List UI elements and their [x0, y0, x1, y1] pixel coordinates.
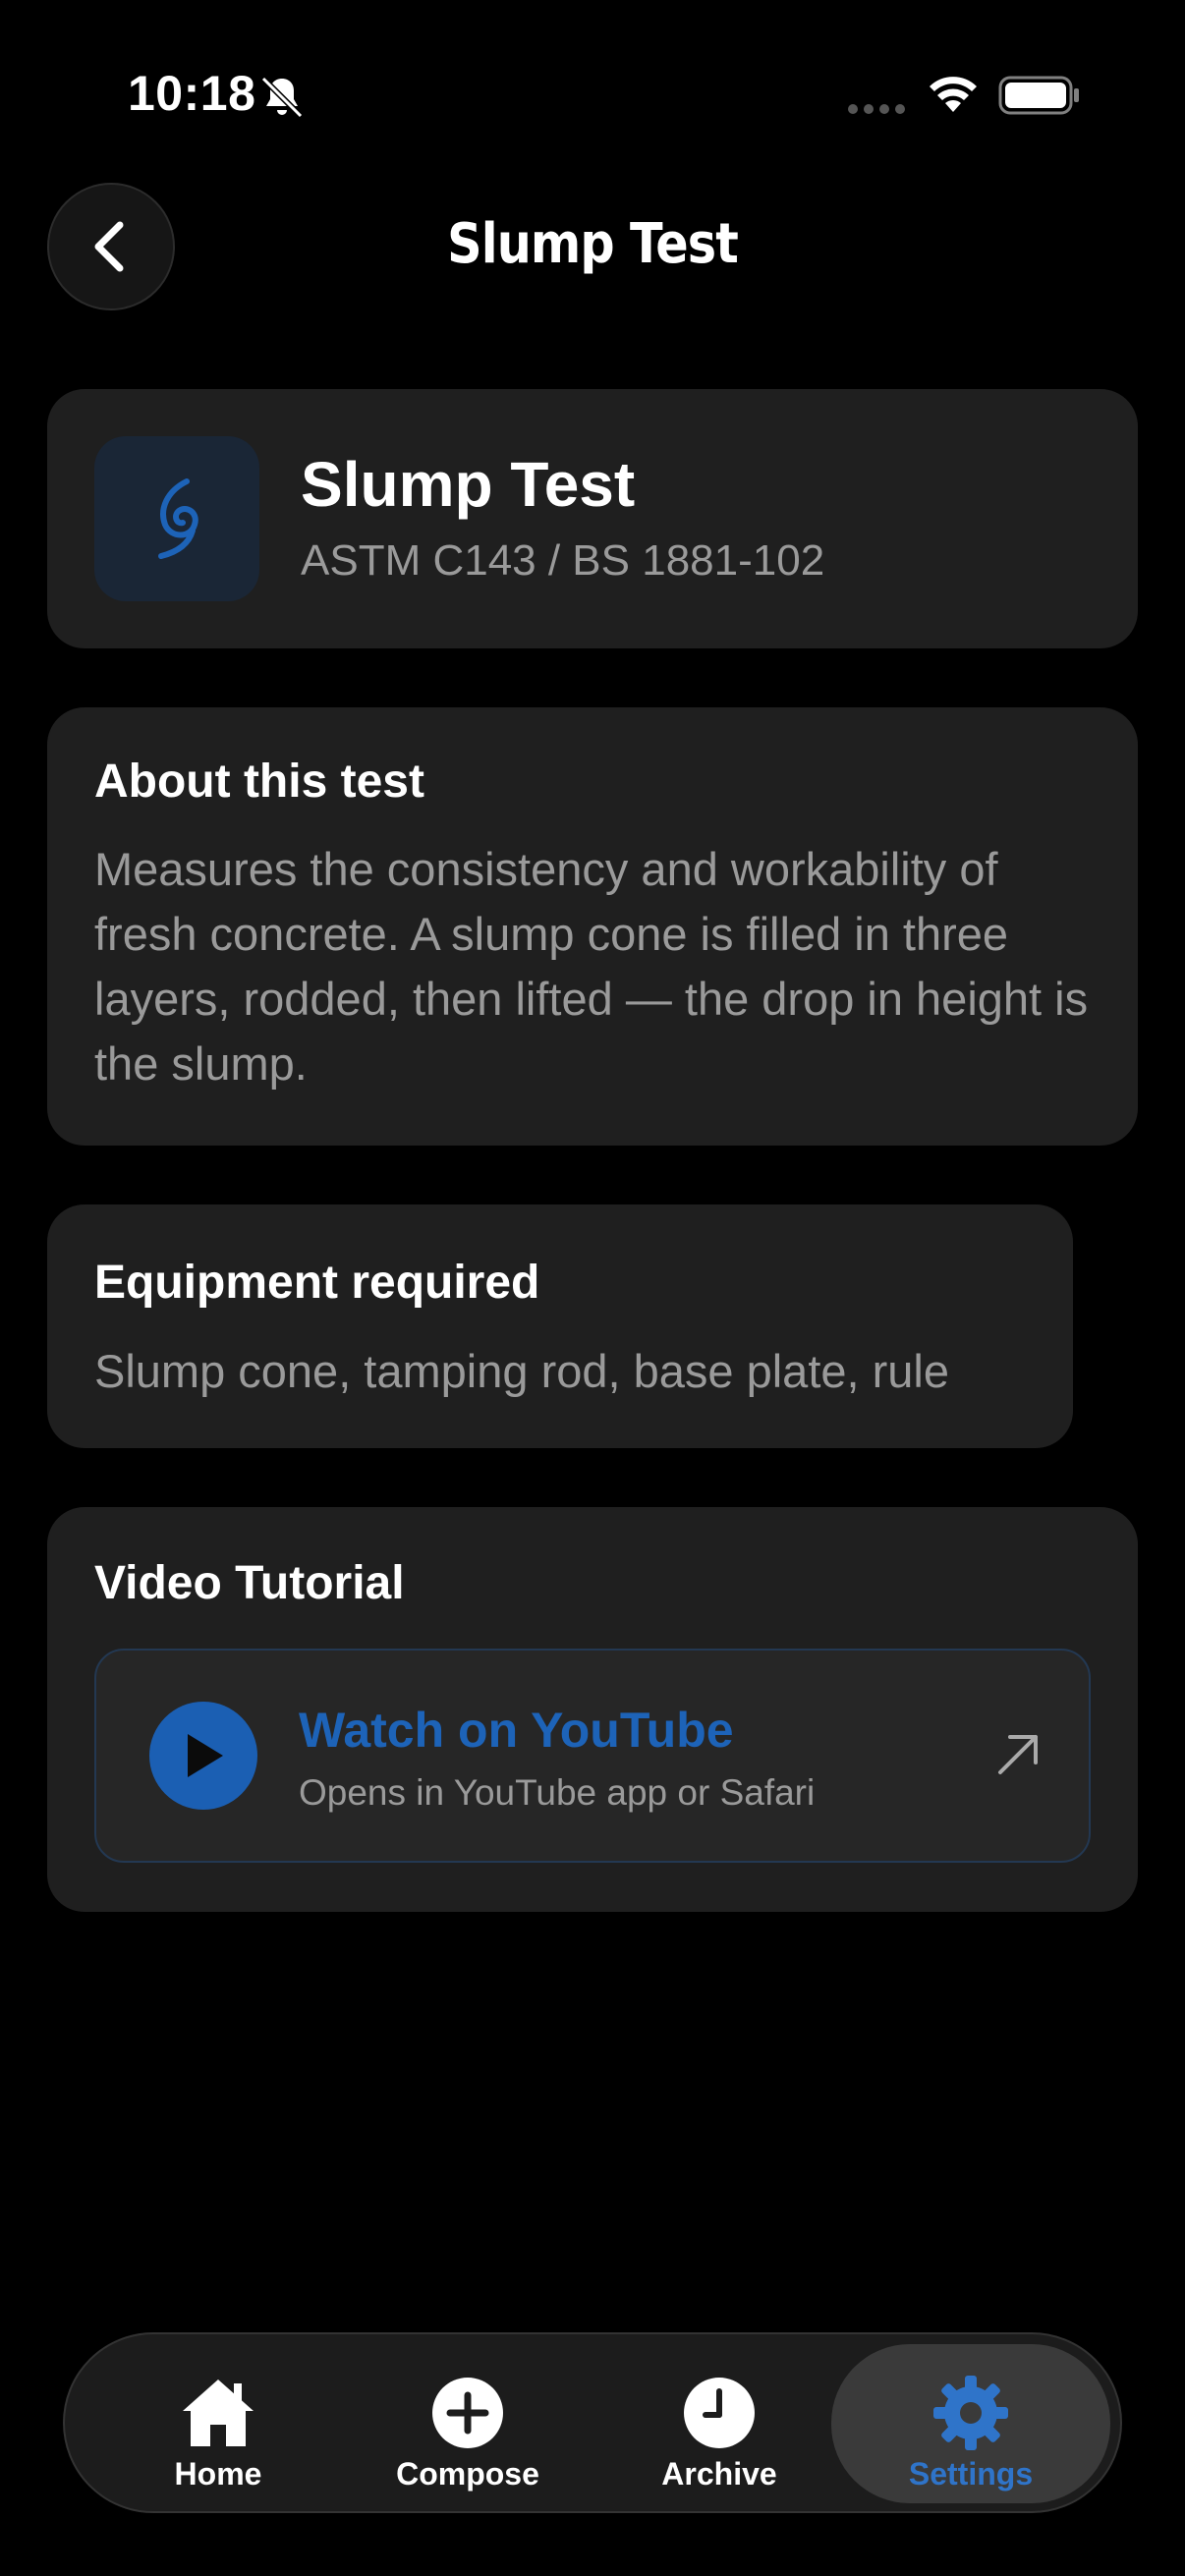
- gear-icon: [933, 2376, 1008, 2450]
- tab-archive-label: Archive: [661, 2456, 777, 2492]
- tab-archive[interactable]: Archive: [593, 2344, 845, 2503]
- video-tutorial-card: Video Tutorial Watch on YouTube Opens in…: [47, 1507, 1138, 1912]
- equipment-heading: Equipment required: [94, 1257, 540, 1309]
- equipment-list: Slump cone, tamping rod, base plate, rul…: [94, 1345, 950, 1397]
- swirl-icon: [158, 478, 198, 559]
- equipment-card: Equipment required Slump cone, tamping r…: [47, 1204, 1073, 1448]
- plus-circle-icon: [432, 2378, 503, 2448]
- house-icon: [183, 2380, 254, 2446]
- about-heading: About this test: [94, 756, 424, 808]
- about-card: About this test Measures the consistency…: [47, 707, 1138, 1146]
- test-standard: ASTM C143 / BS 1881-102: [301, 536, 825, 585]
- tab-compose[interactable]: Compose: [342, 2344, 593, 2503]
- tab-compose-label: Compose: [396, 2456, 539, 2492]
- watch-on-youtube-button[interactable]: Watch on YouTube Opens in YouTube app or…: [94, 1649, 1091, 1863]
- chevron-left-icon: [94, 221, 124, 272]
- tab-settings[interactable]: Settings: [831, 2344, 1110, 2503]
- test-icon-tile: [94, 436, 259, 601]
- youtube-button-subtitle: Opens in YouTube app or Safari: [299, 1772, 816, 1813]
- tab-home-label: Home: [174, 2456, 262, 2492]
- tab-home[interactable]: Home: [92, 2344, 344, 2503]
- bell-slash-icon: [260, 76, 304, 119]
- back-button[interactable]: [47, 183, 175, 310]
- battery-icon: [998, 76, 1079, 115]
- cellular-signal-icon: [848, 104, 905, 114]
- tab-settings-label: Settings: [908, 2456, 1034, 2492]
- wifi-icon: [930, 77, 977, 112]
- page-title: Slump Test: [447, 212, 739, 276]
- about-description: Measures the consistency and workability…: [94, 843, 1089, 1090]
- clock-icon: [684, 2378, 755, 2448]
- tab-bar: Home Compose Archive Settings: [63, 2332, 1122, 2513]
- test-title: Slump Test: [301, 449, 636, 520]
- video-heading: Video Tutorial: [94, 1557, 405, 1609]
- test-header-card: Slump Test ASTM C143 / BS 1881-102: [47, 389, 1138, 648]
- play-icon: [188, 1734, 223, 1777]
- status-time: 10:18: [128, 66, 256, 121]
- external-link-arrow-icon: [998, 1735, 1038, 1774]
- youtube-button-title: Watch on YouTube: [299, 1703, 734, 1758]
- play-button-circle: [149, 1702, 257, 1810]
